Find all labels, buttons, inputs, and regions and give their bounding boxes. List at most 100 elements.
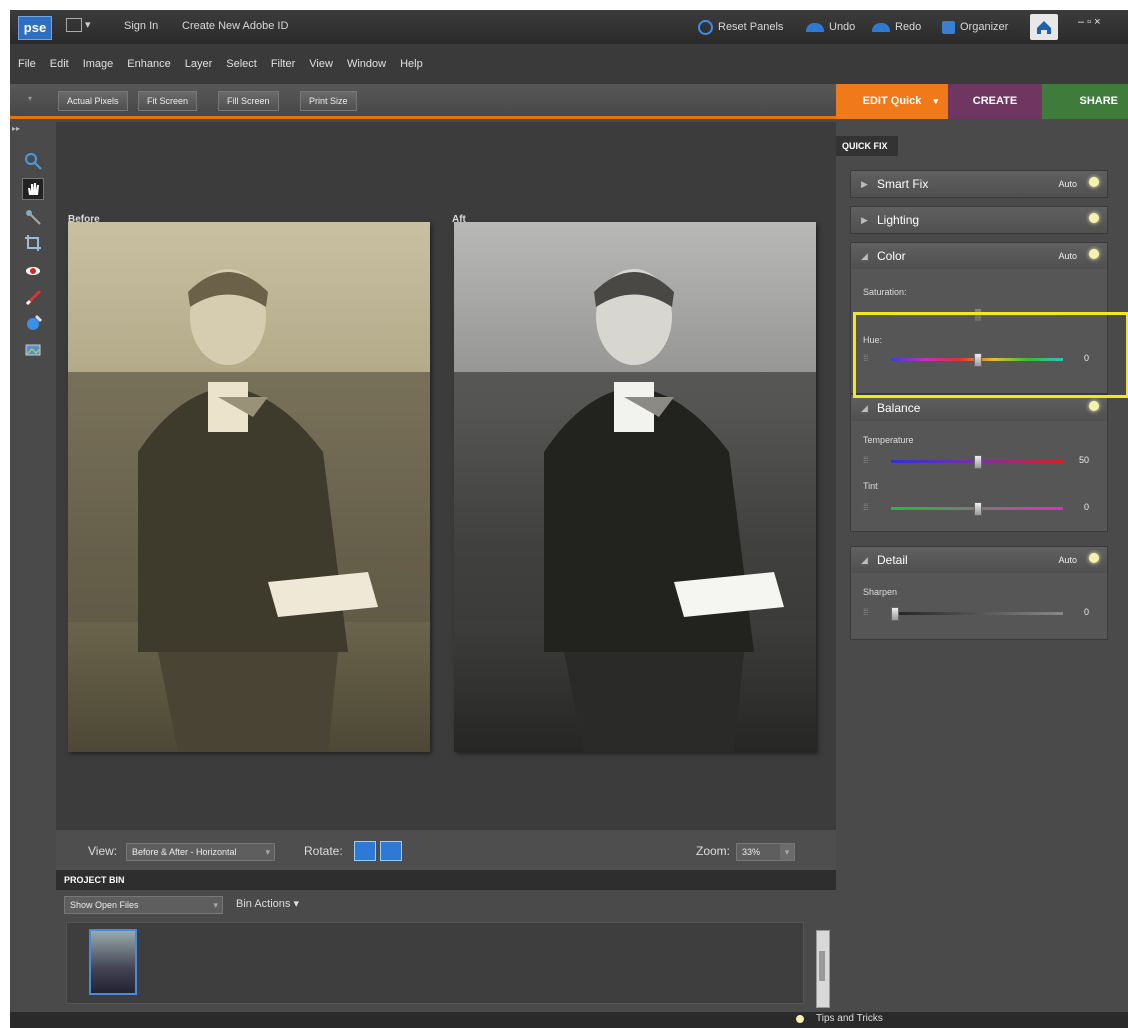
- sharpen-slider-thumb[interactable]: [891, 607, 899, 621]
- before-photo[interactable]: [68, 222, 430, 752]
- print-size-button[interactable]: Print Size: [300, 91, 357, 111]
- lightbulb-icon[interactable]: [1089, 213, 1099, 223]
- view-select[interactable]: Before & After - Horizontal ▾: [126, 843, 275, 861]
- menu-select[interactable]: Select: [226, 58, 257, 70]
- lighting-title: Lighting: [877, 213, 920, 227]
- saturation-label: Saturation:: [863, 287, 907, 297]
- lightbulb-icon[interactable]: [1089, 177, 1099, 187]
- tint-slider[interactable]: [891, 502, 1063, 516]
- options-bar: ▾ Actual Pixels Fit Screen Fill Screen P…: [10, 84, 836, 119]
- detail-auto-button[interactable]: Auto: [1058, 547, 1077, 573]
- project-bin-title: PROJECT BIN: [56, 870, 836, 890]
- redo-button[interactable]: Redo: [872, 18, 921, 36]
- grip-icon: ⁞⁞⁞: [863, 607, 868, 617]
- create-adobe-id-link[interactable]: Create New Adobe ID: [182, 20, 288, 32]
- color-title: Color: [877, 249, 906, 263]
- smart-fix-section: ▶ Smart Fix Auto: [850, 170, 1108, 198]
- lightbulb-icon[interactable]: [1089, 553, 1099, 563]
- smart-fix-auto-button[interactable]: Auto: [1058, 171, 1077, 197]
- temperature-value: 50: [1078, 455, 1089, 465]
- quick-fix-panel: QUICK FIX ▶ Smart Fix Auto ▶ Lighting ◢ …: [836, 122, 1128, 1012]
- detail-header[interactable]: ◢ Detail Auto: [851, 547, 1107, 573]
- menu-window[interactable]: Window: [347, 58, 386, 70]
- undo-button[interactable]: Undo: [806, 18, 855, 36]
- menu-view[interactable]: View: [309, 58, 333, 70]
- workspace-menu-button[interactable]: ▾: [66, 18, 100, 36]
- menu-help[interactable]: Help: [400, 58, 423, 70]
- lightbulb-icon[interactable]: [1089, 249, 1099, 259]
- sharpen-slider[interactable]: [891, 607, 1063, 621]
- temperature-slider[interactable]: [891, 455, 1063, 469]
- menu-image[interactable]: Image: [83, 58, 114, 70]
- options-collapse-icon[interactable]: ▾: [28, 94, 32, 103]
- make-blue-skies-icon[interactable]: [24, 314, 42, 332]
- tab-edit-quick[interactable]: EDIT Quick ▾: [836, 84, 948, 119]
- fill-screen-button[interactable]: Fill Screen: [218, 91, 279, 111]
- undo-icon: [806, 22, 824, 32]
- tab-create[interactable]: CREATE: [948, 84, 1042, 119]
- chevron-down-icon: ▾: [780, 844, 794, 860]
- tools-panel: ▸▸: [10, 122, 56, 842]
- smart-fix-header[interactable]: ▶ Smart Fix Auto: [851, 171, 1107, 197]
- crop-tool-icon[interactable]: [24, 234, 42, 252]
- bin-scrollbar[interactable]: [816, 930, 830, 1008]
- organizer-icon: [942, 20, 955, 34]
- home-button[interactable]: [1030, 14, 1058, 40]
- balance-header[interactable]: ◢ Balance: [851, 395, 1107, 421]
- menu-layer[interactable]: Layer: [185, 58, 213, 70]
- workspace-icon: [66, 18, 82, 33]
- project-bin: PROJECT BIN Show Open Files ▾ Bin Action…: [56, 870, 836, 1020]
- red-eye-tool-icon[interactable]: [24, 262, 42, 280]
- rotate-left-icon[interactable]: [354, 841, 376, 861]
- lightbulb-icon: [796, 1015, 804, 1023]
- detail-title: Detail: [877, 553, 908, 567]
- collapse-icon: ◢: [861, 555, 868, 565]
- quick-selection-tool-icon[interactable]: [24, 208, 42, 226]
- menu-edit[interactable]: Edit: [50, 58, 69, 70]
- actual-pixels-button[interactable]: Actual Pixels: [58, 91, 128, 111]
- app-logo: pse: [18, 16, 52, 40]
- scrollbar-thumb[interactable]: [819, 951, 825, 981]
- show-files-select[interactable]: Show Open Files ▾: [64, 896, 223, 914]
- after-photo[interactable]: [454, 222, 816, 752]
- lightbulb-icon[interactable]: [1089, 401, 1099, 411]
- smart-fix-title: Smart Fix: [877, 177, 929, 191]
- rotate-right-icon[interactable]: [380, 841, 402, 861]
- organizer-label: Organizer: [960, 21, 1009, 33]
- whiten-teeth-brush-icon[interactable]: [24, 288, 42, 306]
- zoom-label: Zoom:: [696, 844, 731, 858]
- color-header[interactable]: ◢ Color Auto: [851, 243, 1107, 269]
- tools-expand-icon[interactable]: ▸▸: [12, 124, 20, 133]
- menu-filter[interactable]: Filter: [271, 58, 295, 70]
- tips-and-tricks-link[interactable]: Tips and Tricks: [816, 1013, 883, 1024]
- image-canvas[interactable]: Before After: [56, 122, 836, 830]
- reset-panels-button[interactable]: Reset Panels: [698, 18, 783, 36]
- color-auto-button[interactable]: Auto: [1058, 243, 1077, 269]
- mode-tabs: EDIT Quick ▾ CREATE SHARE: [836, 84, 1128, 119]
- thumbnail-photo[interactable]: [89, 929, 137, 995]
- zoom-select[interactable]: 33% ▾: [736, 843, 795, 861]
- tab-share[interactable]: SHARE: [1042, 84, 1128, 119]
- chevron-down-icon: ▾: [933, 96, 938, 106]
- black-white-highlight-icon[interactable]: [24, 340, 42, 358]
- bin-actions-menu[interactable]: Bin Actions ▾: [236, 897, 299, 910]
- hand-tool-icon[interactable]: [22, 178, 44, 200]
- menu-file[interactable]: File: [18, 58, 36, 70]
- collapse-icon: ◢: [861, 403, 868, 413]
- grip-icon: ⁞⁞⁞: [863, 502, 868, 512]
- fit-screen-button[interactable]: Fit Screen: [138, 91, 198, 111]
- zoom-value: 33%: [742, 847, 761, 857]
- zoom-tool-icon[interactable]: [24, 152, 42, 170]
- lighting-header[interactable]: ▶ Lighting: [851, 207, 1107, 233]
- menu-enhance[interactable]: Enhance: [127, 58, 170, 70]
- window-controls[interactable]: – ▫ ×: [1078, 16, 1101, 28]
- view-bar: View: Before & After - Horizontal ▾ Rota…: [56, 830, 836, 870]
- menu-bar: File Edit Image Enhance Layer Select Fil…: [10, 44, 1128, 84]
- sign-in-link[interactable]: Sign In: [124, 20, 158, 32]
- tint-slider-thumb[interactable]: [974, 502, 982, 516]
- grip-icon: ⁞⁞⁞: [863, 455, 868, 465]
- redo-label: Redo: [895, 21, 922, 33]
- temperature-slider-thumb[interactable]: [974, 455, 982, 469]
- organizer-button[interactable]: Organizer: [942, 18, 1008, 36]
- home-icon: [1037, 21, 1051, 34]
